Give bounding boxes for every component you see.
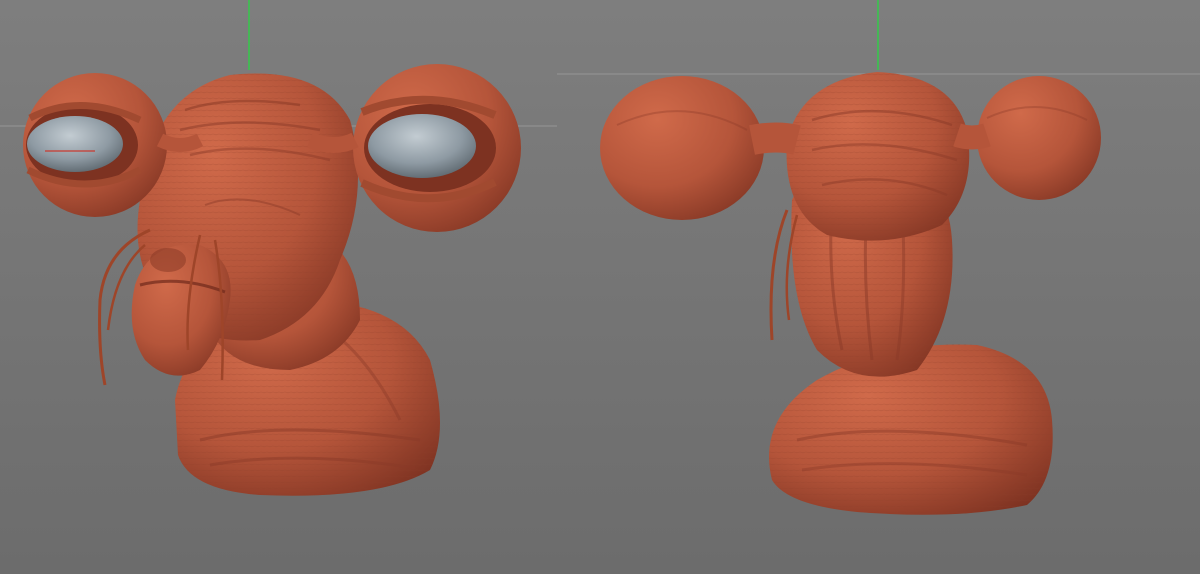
- viewport-back[interactable]: [557, 0, 1200, 574]
- sculpt-viewport-canvas[interactable]: [0, 0, 1200, 574]
- viewport-front-svg: [0, 0, 557, 574]
- viewport-front[interactable]: [0, 0, 557, 574]
- viewport-back-svg: [557, 0, 1200, 574]
